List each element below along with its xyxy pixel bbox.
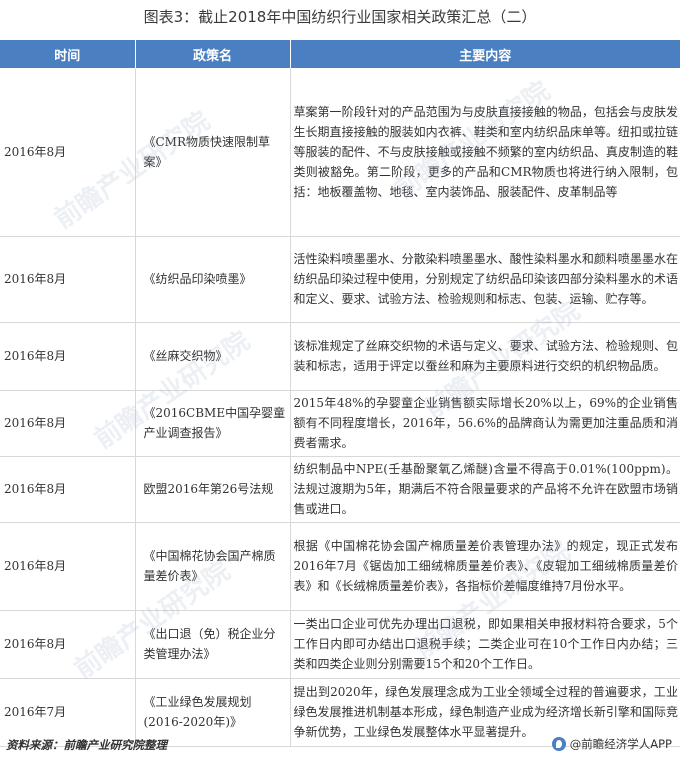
table-row: 2016年8月 《中国棉花协会国产棉质量差价表》 根据《中国棉花协会国产棉质量差…: [0, 522, 680, 611]
table-row: 2016年8月 《出口退（免）税企业分类管理办法》 一类出口企业可优先办理出口退…: [0, 610, 680, 679]
cell-policy-name: 《工业绿色发展规划(2016-2020年)》: [135, 678, 291, 747]
cell-time: 2016年8月: [0, 456, 136, 523]
source-note: 资料来源：前瞻产业研究院整理: [6, 738, 167, 752]
cell-time: 2016年8月: [0, 610, 136, 679]
cell-policy-name: 欧盟2016年第26号法规: [135, 456, 291, 523]
cell-policy-name: 《CMR物质快速限制草案》: [135, 68, 291, 237]
cell-time: 2016年8月: [0, 236, 136, 323]
cell-policy-name: 《出口退（免）税企业分类管理办法》: [135, 610, 291, 679]
cell-content: 活性染料喷墨墨水、分散染料喷墨墨水、酸性染料墨水和颜料喷墨墨水在纺织品印染过程中…: [290, 236, 680, 323]
figure-title: 图表3：截止2018年中国纺织行业国家相关政策汇总（二）: [143, 8, 537, 26]
table-row: 2016年8月 欧盟2016年第26号法规 纺织制品中NPE(壬基酚聚氧乙烯醚)…: [0, 456, 680, 523]
header-time: 时间: [0, 40, 136, 68]
cell-time: 2016年8月: [0, 390, 136, 457]
cell-content: 根据《中国棉花协会国产棉质量差价表管理办法》的规定，现正式发布2016年7月《锯…: [290, 522, 680, 611]
brand-logo-icon: [551, 737, 566, 751]
cell-content: 2015年48%的孕婴童企业销售额实际增长20%以上，69%的企业销售额有不同程…: [290, 390, 680, 457]
cell-policy-name: 《2016CBME中国孕婴童产业调查报告》: [135, 390, 291, 457]
cell-policy-name: 《纺织品印染喷墨》: [135, 236, 291, 323]
header-main-content: 主要内容: [290, 40, 680, 68]
policy-table: 时间 政策名 主要内容 2016年8月 《CMR物质快速限制草案》 草案第一阶段…: [0, 40, 680, 747]
header-policy-name: 政策名: [135, 40, 291, 68]
brand-label: @前瞻经济学人APP: [569, 737, 672, 751]
table-row: 2016年8月 《纺织品印染喷墨》 活性染料喷墨墨水、分散染料喷墨墨水、酸性染料…: [0, 236, 680, 323]
cell-content: 草案第一阶段针对的产品范围为与皮肤直接接触的物品，包括会与皮肤发生长期直接接触的…: [290, 68, 680, 237]
cell-time: 2016年8月: [0, 522, 136, 611]
table-header-row: 时间 政策名 主要内容: [0, 40, 680, 68]
cell-content: 该标准规定了丝麻交织物的术语与定义、要求、试验方法、检验规则、包装和标志，适用于…: [290, 322, 680, 391]
table-row: 2016年8月 《2016CBME中国孕婴童产业调查报告》 2015年48%的孕…: [0, 390, 680, 457]
brand-credit: @前瞻经济学人APP: [551, 736, 672, 752]
table-row: 2016年8月 《丝麻交织物》 该标准规定了丝麻交织物的术语与定义、要求、试验方…: [0, 322, 680, 391]
cell-time: 2016年8月: [0, 322, 136, 391]
table-row: 2016年8月 《CMR物质快速限制草案》 草案第一阶段针对的产品范围为与皮肤直…: [0, 68, 680, 237]
cell-time: 2016年8月: [0, 68, 136, 237]
cell-content: 纺织制品中NPE(壬基酚聚氧乙烯醚)含量不得高于0.01%(100ppm)。法规…: [290, 456, 680, 523]
cell-time: 2016年7月: [0, 678, 136, 747]
cell-policy-name: 《中国棉花协会国产棉质量差价表》: [135, 522, 291, 611]
cell-policy-name: 《丝麻交织物》: [135, 322, 291, 391]
cell-content: 一类出口企业可优先办理出口退税，即如果相关申报材料符合要求，5个工作日内即可办结…: [290, 610, 680, 679]
